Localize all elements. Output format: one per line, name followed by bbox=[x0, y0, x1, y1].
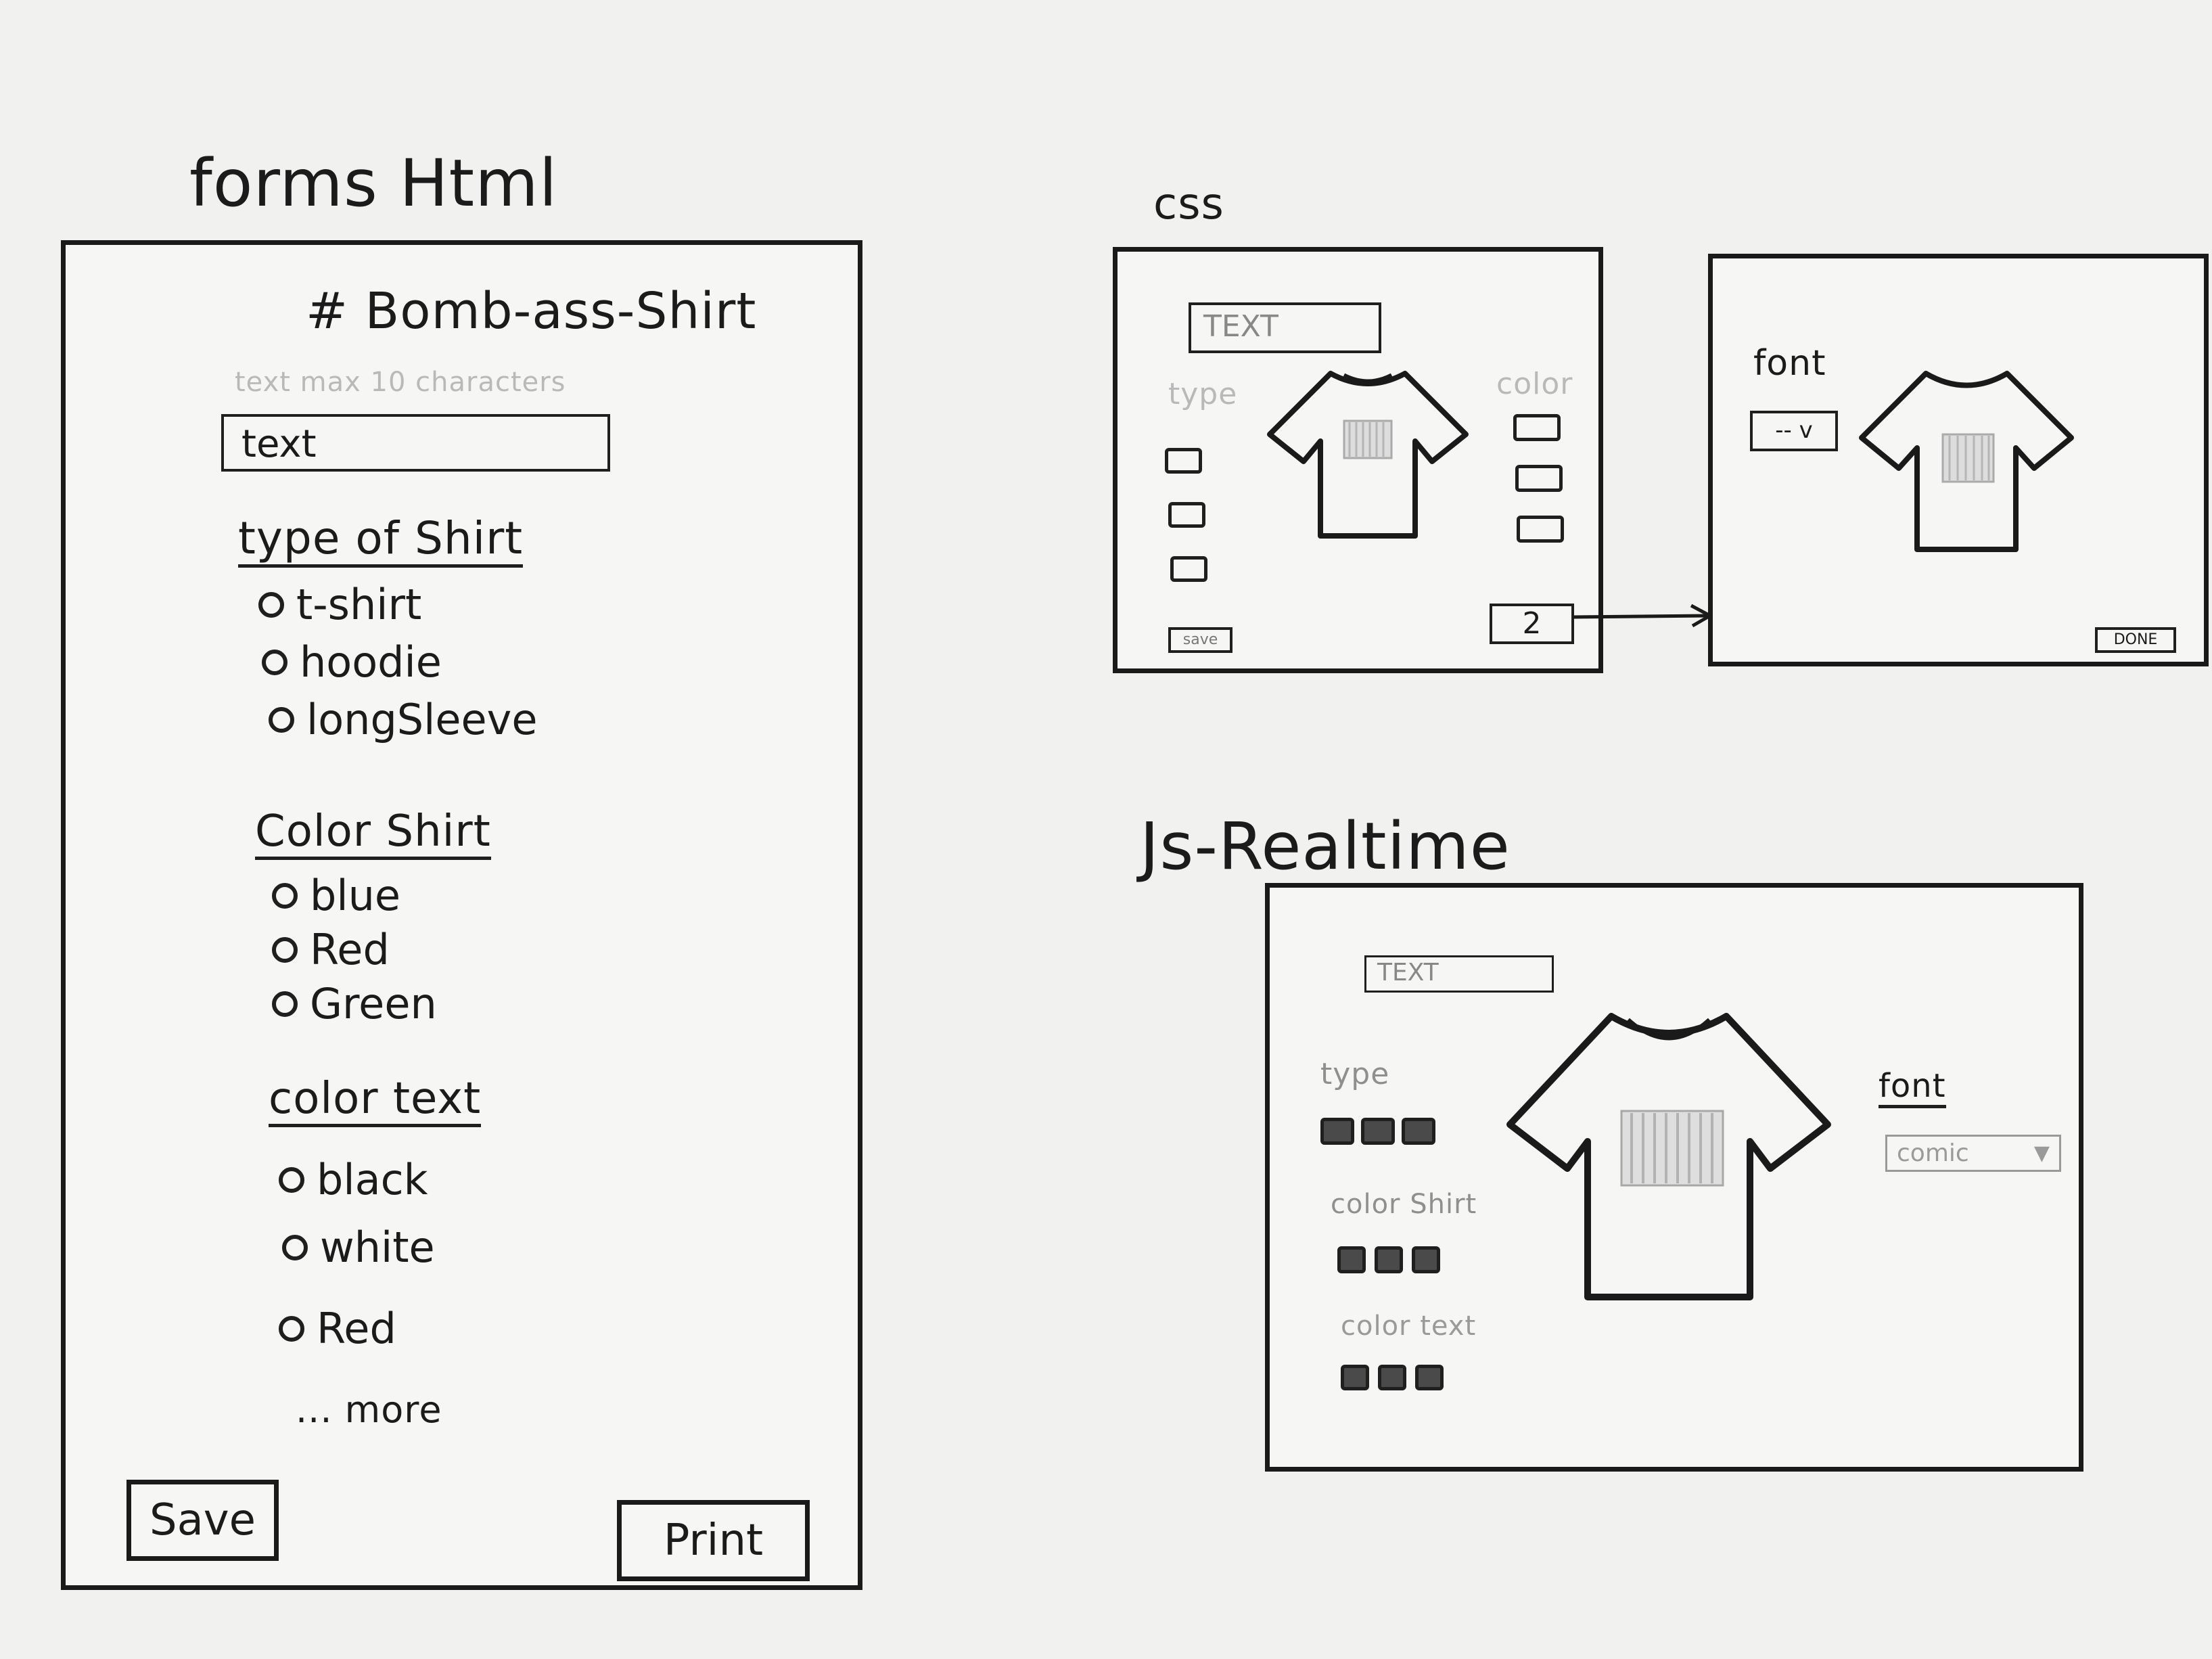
type-swatch-2[interactable] bbox=[1168, 502, 1205, 528]
js-color-text-label: color text bbox=[1341, 1311, 1477, 1342]
heading-forms-html: forms Html bbox=[189, 145, 558, 221]
font-select[interactable]: -- v bbox=[1750, 411, 1838, 451]
js-font-select[interactable]: comic ▼ bbox=[1885, 1135, 2061, 1172]
form-title: # Bomb-ass-Shirt bbox=[306, 282, 757, 340]
radio-white[interactable]: white bbox=[282, 1223, 435, 1272]
save-button[interactable]: Save bbox=[126, 1480, 279, 1561]
type-option-1[interactable] bbox=[1320, 1118, 1354, 1145]
text-input-value: text bbox=[241, 422, 317, 466]
chevron-down-icon: ▼ bbox=[2033, 1141, 2050, 1165]
js-type-label: type bbox=[1320, 1057, 1390, 1091]
shirt-color-option-1[interactable] bbox=[1337, 1246, 1366, 1273]
text-hint: text max 10 characters bbox=[235, 367, 566, 398]
css-type-label: type bbox=[1168, 377, 1238, 411]
text-color-option-2[interactable] bbox=[1378, 1365, 1406, 1390]
font-label: font bbox=[1753, 343, 1826, 384]
css-color-label: color bbox=[1496, 367, 1573, 401]
color-shirt-heading: Color Shirt bbox=[255, 806, 491, 860]
type-option-2[interactable] bbox=[1361, 1118, 1395, 1145]
js-font-label: font bbox=[1879, 1067, 1946, 1108]
radio-label: longSleeve bbox=[306, 695, 538, 744]
color-swatch-3[interactable] bbox=[1517, 516, 1564, 543]
radio-red[interactable]: Red bbox=[272, 925, 390, 974]
radio-label: white bbox=[320, 1223, 435, 1272]
radio-label: Red bbox=[310, 925, 390, 974]
radio-green[interactable]: Green bbox=[272, 979, 437, 1028]
text-color-option-1[interactable] bbox=[1341, 1365, 1369, 1390]
radio-circle-icon bbox=[279, 1166, 304, 1193]
css-font-panel: font -- v DONE bbox=[1708, 254, 2209, 666]
js-text-input[interactable]: TEXT bbox=[1364, 955, 1554, 993]
js-realtime-panel: TEXT type color Shirt color text font co… bbox=[1265, 883, 2083, 1472]
shirt-color-option-3[interactable] bbox=[1412, 1246, 1440, 1273]
done-label: DONE bbox=[2113, 631, 2158, 648]
radio-label: blue bbox=[310, 871, 401, 920]
print-button[interactable]: Print bbox=[617, 1500, 810, 1581]
form-panel: # Bomb-ass-Shirt text max 10 characters … bbox=[61, 240, 862, 1590]
radio-circle-icon bbox=[272, 882, 298, 909]
js-font-select-value: comic bbox=[1897, 1139, 1969, 1167]
radio-t-shirt[interactable]: t-shirt bbox=[258, 580, 421, 629]
arrow-right-icon bbox=[1572, 604, 1712, 628]
css-save-label: save bbox=[1182, 631, 1218, 648]
tshirt-preview-icon bbox=[1506, 1013, 1831, 1300]
text-input[interactable]: text bbox=[221, 414, 610, 472]
heading-js-realtime: Js-Realtime bbox=[1140, 809, 1511, 884]
css-text-input[interactable]: TEXT bbox=[1189, 302, 1381, 353]
font-select-value: -- v bbox=[1775, 417, 1813, 444]
radio-circle-icon bbox=[272, 991, 298, 1017]
css-save-button[interactable]: save bbox=[1168, 627, 1232, 653]
tshirt-preview-icon bbox=[1267, 371, 1469, 539]
color-text-heading: color text bbox=[269, 1074, 482, 1127]
type-swatch-1[interactable] bbox=[1165, 448, 1202, 474]
radio-label: Red bbox=[317, 1304, 396, 1353]
js-color-shirt-label: color Shirt bbox=[1331, 1189, 1477, 1220]
more-link[interactable]: ... more bbox=[296, 1388, 442, 1431]
radio-circle-icon bbox=[262, 649, 287, 675]
color-swatch-1[interactable] bbox=[1513, 414, 1561, 441]
next-step-label: 2 bbox=[1522, 606, 1542, 641]
radio-black[interactable]: black bbox=[279, 1155, 428, 1204]
radio-circle-icon bbox=[279, 1315, 304, 1342]
type-swatch-3[interactable] bbox=[1170, 556, 1207, 582]
next-step-button[interactable]: 2 bbox=[1490, 604, 1574, 644]
radio-longsleeve[interactable]: longSleeve bbox=[269, 695, 538, 744]
tshirt-preview-icon bbox=[1859, 371, 2074, 552]
radio-text-red[interactable]: Red bbox=[279, 1304, 396, 1353]
radio-hoodie[interactable]: hoodie bbox=[262, 637, 442, 687]
color-swatch-2[interactable] bbox=[1515, 465, 1563, 492]
radio-circle-icon bbox=[269, 706, 294, 733]
js-text-input-value: TEXT bbox=[1377, 959, 1439, 986]
done-button[interactable]: DONE bbox=[2095, 627, 2176, 653]
radio-label: Green bbox=[310, 979, 437, 1028]
radio-circle-icon bbox=[272, 936, 298, 963]
radio-circle-icon bbox=[282, 1234, 308, 1260]
radio-blue[interactable]: blue bbox=[272, 871, 400, 920]
heading-css: css bbox=[1153, 179, 1224, 229]
shirt-color-option-2[interactable] bbox=[1375, 1246, 1403, 1273]
type-heading: type of Shirt bbox=[238, 512, 524, 568]
radio-label: hoodie bbox=[300, 637, 442, 687]
radio-circle-icon bbox=[258, 591, 284, 618]
css-text-input-value: TEXT bbox=[1203, 309, 1278, 344]
text-color-option-3[interactable] bbox=[1415, 1365, 1444, 1390]
type-option-3[interactable] bbox=[1402, 1118, 1435, 1145]
css-panel: TEXT type color save 2 bbox=[1113, 247, 1603, 673]
radio-label: black bbox=[317, 1155, 428, 1204]
radio-label: t-shirt bbox=[296, 580, 422, 629]
